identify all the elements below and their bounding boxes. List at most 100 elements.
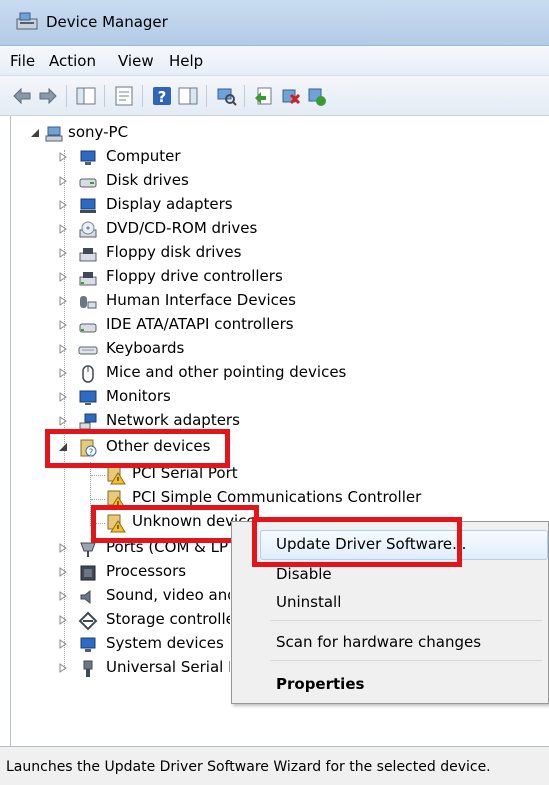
menu-item-uninstall[interactable]: Uninstall <box>276 593 341 611</box>
tree-root[interactable]: sony-PC <box>30 122 230 146</box>
toolbar-separator <box>66 85 67 107</box>
svg-text:?: ? <box>158 88 167 106</box>
menu-bar: File Action View Help <box>0 46 549 76</box>
tree-item-display-adapters[interactable]: Display adapters <box>58 194 318 218</box>
tree-item-storage-controllers[interactable]: Storage controllers <box>58 609 230 633</box>
collapse-triangle-icon[interactable] <box>30 128 40 138</box>
toolbar-separator <box>104 85 105 107</box>
expand-triangle-icon[interactable] <box>58 416 68 426</box>
tree-item-floppy-disk-drives[interactable]: Floppy disk drives <box>58 242 318 266</box>
monitor-icon <box>79 390 97 405</box>
speaker-icon <box>80 589 91 605</box>
toolbar-separator <box>206 85 207 107</box>
expand-triangle-icon[interactable] <box>58 543 68 553</box>
expand-triangle-icon[interactable] <box>58 200 68 210</box>
toolbar: ? <box>0 76 549 116</box>
expand-triangle-icon[interactable] <box>58 296 68 306</box>
scan-hardware-icon[interactable] <box>214 84 238 108</box>
storage-controller-icon <box>78 611 98 631</box>
tree-item-label: Monitors <box>106 387 171 405</box>
display-adapter-icon <box>80 198 96 213</box>
tree-item-label: Sound, video and game controllers <box>106 586 230 604</box>
tree-item-label: Disk drives <box>106 171 189 189</box>
tree-item-label: System devices <box>106 634 224 652</box>
expand-triangle-icon[interactable] <box>58 663 68 673</box>
expand-triangle-icon[interactable] <box>58 615 68 625</box>
expand-triangle-icon[interactable] <box>58 152 68 162</box>
tree-item-label: IDE ATA/ATAPI controllers <box>106 315 294 333</box>
tree-item-keyboards[interactable]: Keyboards <box>58 338 318 362</box>
expand-triangle-icon[interactable] <box>58 272 68 282</box>
annotation-box-update-driver <box>252 517 462 567</box>
system-devices-icon <box>80 637 96 652</box>
window-title: Device Manager <box>46 13 168 31</box>
tree-item-system-devices[interactable]: System devices <box>58 633 230 657</box>
expand-triangle-icon[interactable] <box>58 368 68 378</box>
tree-item-label: Display adapters <box>106 195 233 213</box>
tree-item-dvd-cd-rom-drives[interactable]: DVD/CD-ROM drives <box>58 218 318 242</box>
menu-view[interactable]: View <box>118 52 154 70</box>
menu-item-properties[interactable]: Properties <box>276 675 364 693</box>
tree-item-label: DVD/CD-ROM drives <box>106 219 258 237</box>
tree-item-label: Processors <box>106 562 187 580</box>
processor-icon <box>80 565 96 581</box>
title-bar: Device Manager <box>0 0 549 46</box>
expand-triangle-icon[interactable] <box>58 320 68 330</box>
floppy-controller-icon <box>79 272 97 286</box>
tree-item-sound-video[interactable]: Sound, video and game controllers <box>58 585 230 609</box>
device-manager-icon <box>16 12 38 30</box>
uninstall-icon[interactable] <box>278 84 302 108</box>
tree-item-processors[interactable]: Processors <box>58 561 230 585</box>
tree-item-label: Keyboards <box>106 339 185 357</box>
help-icon[interactable]: ? <box>150 84 174 108</box>
tree-item-human-interface-devices[interactable]: Human Interface Devices <box>58 290 338 314</box>
menu-separator <box>270 660 542 661</box>
tree-item-label: PCI Simple Communications Controller <box>132 488 422 506</box>
menu-file[interactable]: File <box>10 52 35 70</box>
expand-triangle-icon[interactable] <box>58 176 68 186</box>
computer-icon <box>45 126 63 142</box>
disk-drive-icon <box>79 178 97 188</box>
toolbar-separator <box>244 85 245 107</box>
keyboard-icon <box>78 346 98 355</box>
expand-triangle-icon[interactable] <box>58 591 68 601</box>
tree-item-label: Floppy disk drives <box>106 243 242 261</box>
status-text: Launches the Update Driver Software Wiza… <box>6 759 491 775</box>
menu-item-scan-hardware[interactable]: Scan for hardware changes <box>276 633 481 651</box>
tree-item-floppy-drive-controllers[interactable]: Floppy drive controllers <box>58 266 318 290</box>
computer-icon <box>80 150 96 165</box>
forward-icon[interactable] <box>36 84 60 108</box>
tree-item-label: Storage controllers <box>106 610 230 628</box>
tree-item-label: Floppy drive controllers <box>106 267 283 285</box>
menu-separator <box>270 620 542 621</box>
action-pane-icon[interactable] <box>176 84 200 108</box>
usb-icon <box>83 660 93 677</box>
update-driver-icon[interactable] <box>252 84 276 108</box>
enable-icon[interactable] <box>304 84 328 108</box>
tree-item-usb-controllers[interactable]: Universal Serial Bus controllers <box>58 657 230 681</box>
mouse-icon <box>82 365 94 383</box>
dvd-drive-icon <box>79 221 97 238</box>
tree-item-label: Network adapters <box>106 411 240 429</box>
tree-item-ide-ata-atapi-controllers[interactable]: IDE ATA/ATAPI controllers <box>58 314 338 338</box>
expand-triangle-icon[interactable] <box>58 567 68 577</box>
expand-triangle-icon[interactable] <box>58 224 68 234</box>
back-icon[interactable] <box>10 84 34 108</box>
tree-item-mice[interactable]: Mice and other pointing devices <box>58 362 358 386</box>
expand-triangle-icon[interactable] <box>58 639 68 649</box>
tree-item-monitors[interactable]: Monitors <box>58 386 318 410</box>
floppy-drive-icon <box>79 248 97 262</box>
tree-item-disk-drives[interactable]: Disk drives <box>58 170 318 194</box>
tree-item-computer[interactable]: Computer <box>58 146 318 170</box>
tree-root-label: sony-PC <box>68 123 129 141</box>
expand-triangle-icon[interactable] <box>58 344 68 354</box>
menu-help[interactable]: Help <box>169 52 203 70</box>
expand-triangle-icon[interactable] <box>58 248 68 258</box>
properties-icon[interactable] <box>112 84 136 108</box>
menu-action[interactable]: Action <box>49 52 96 70</box>
show-hide-tree-icon[interactable] <box>74 84 98 108</box>
menu-item-disable[interactable]: Disable <box>276 565 332 583</box>
expand-triangle-icon[interactable] <box>58 392 68 402</box>
warning-device-icon <box>107 466 126 485</box>
tree-item-label: Computer <box>106 147 181 165</box>
